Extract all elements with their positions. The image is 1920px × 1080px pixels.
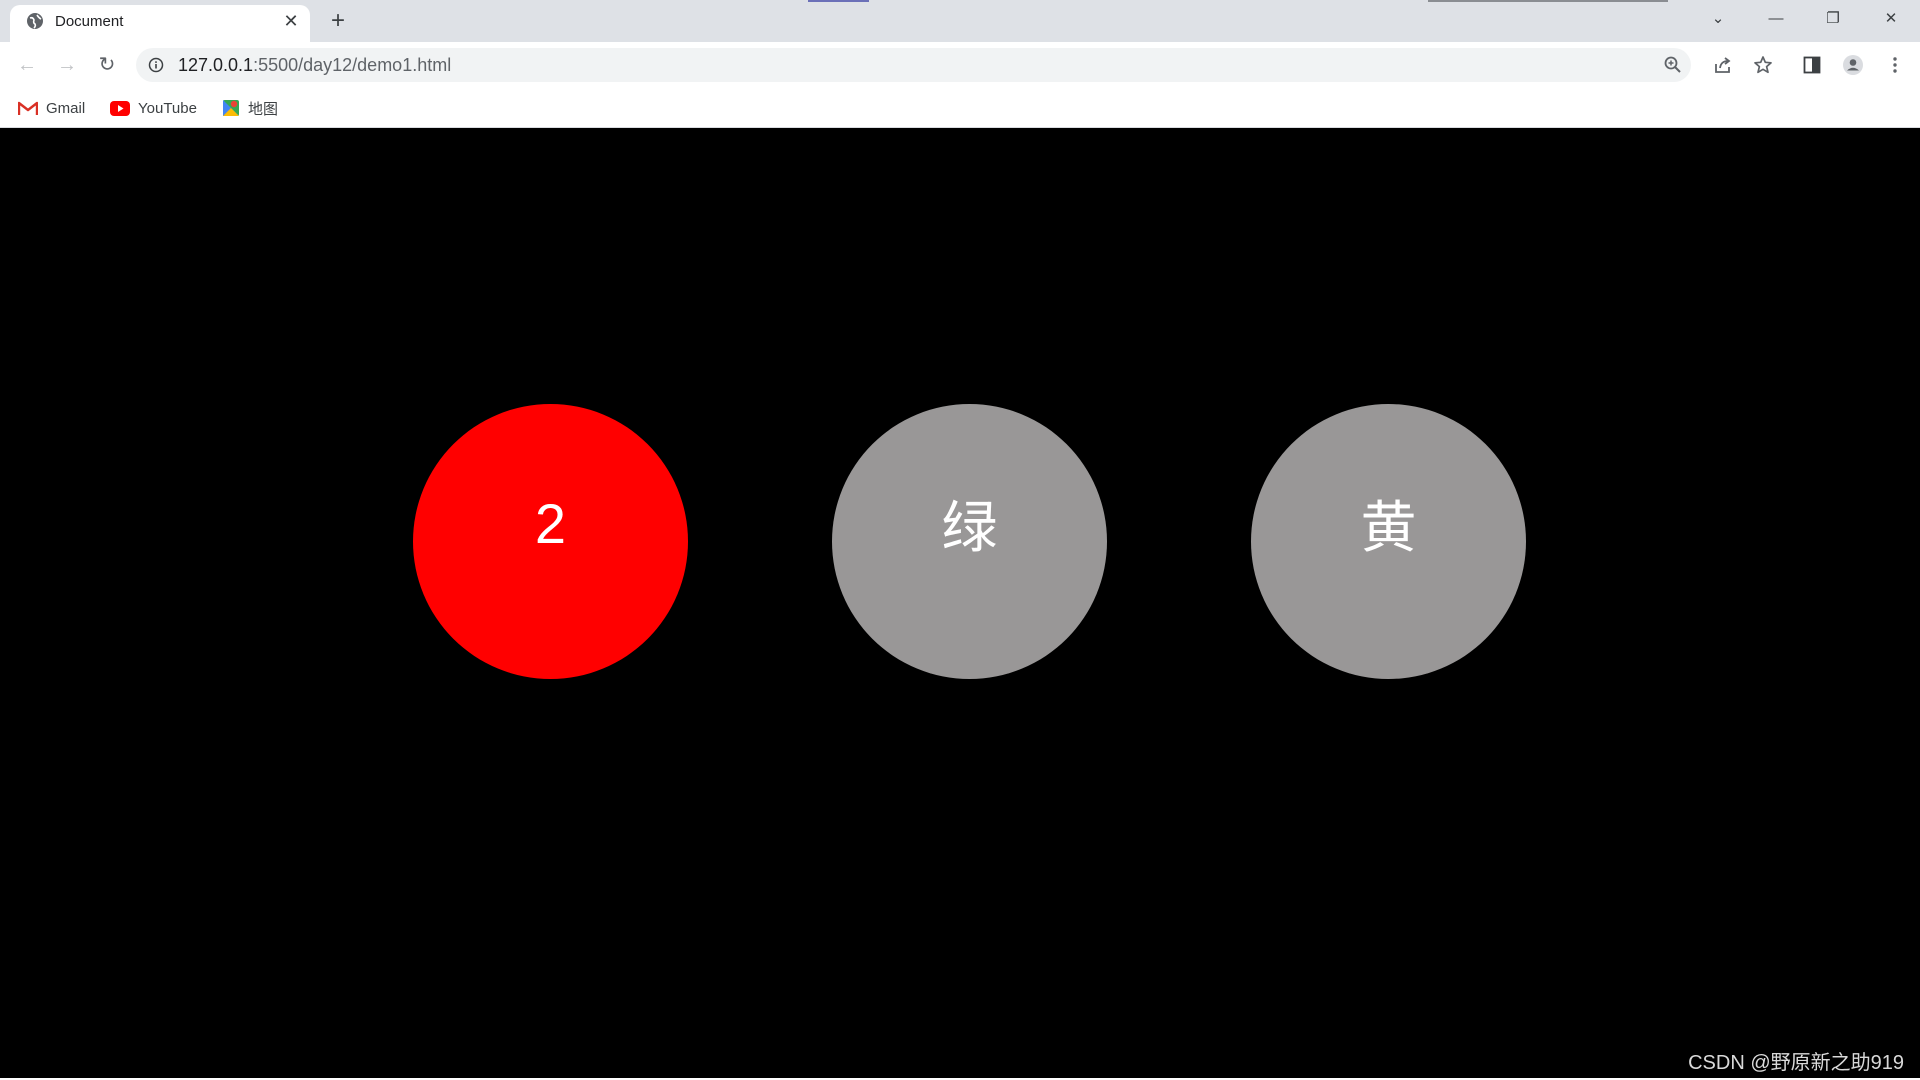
back-button[interactable]: ←	[11, 49, 43, 81]
bookmark-maps[interactable]: 地图	[222, 96, 278, 120]
restore-button[interactable]: ❐	[1810, 4, 1856, 34]
light-label: 绿	[941, 496, 998, 559]
browser-toolbar: ← → ↻ 127.0.0.1:5500/day12/demo1.html	[0, 42, 1920, 88]
traffic-light-green: 绿	[832, 404, 1107, 679]
bookmark-gmail[interactable]: Gmail	[18, 96, 85, 120]
tab-title: Document	[55, 13, 124, 30]
bookmark-star-icon[interactable]	[1752, 54, 1774, 76]
youtube-icon	[110, 100, 130, 116]
page-viewport: 2 绿 黄 CSDN @野原新之助919	[0, 129, 1920, 1080]
maps-icon	[223, 100, 239, 116]
address-bar[interactable]: 127.0.0.1:5500/day12/demo1.html	[136, 48, 1691, 82]
tab-strip-shadow	[1428, 0, 1668, 2]
url-text[interactable]: 127.0.0.1:5500/day12/demo1.html	[178, 55, 451, 76]
reload-button[interactable]: ↻	[91, 49, 123, 81]
new-tab-button[interactable]: +	[325, 8, 351, 34]
tab-close-icon[interactable]: ✕	[280, 10, 302, 32]
tab-document[interactable]: Document ✕	[10, 5, 310, 42]
tab-strip-highlight	[808, 0, 869, 2]
menu-dots-icon[interactable]	[1884, 54, 1906, 76]
csdn-watermark: CSDN @野原新之助919	[1688, 1052, 1904, 1074]
light-label: 2	[534, 492, 567, 555]
minimize-button[interactable]: —	[1753, 4, 1799, 34]
forward-button[interactable]: →	[51, 49, 83, 81]
globe-icon	[27, 13, 43, 29]
tab-search-icon[interactable]: ⌄	[1695, 4, 1741, 34]
light-label: 黄	[1360, 496, 1417, 559]
close-window-button[interactable]: ✕	[1868, 4, 1914, 34]
gmail-icon	[18, 101, 38, 115]
bookmark-youtube[interactable]: YouTube	[110, 96, 197, 120]
traffic-light-yellow: 黄	[1251, 404, 1526, 679]
tab-strip: Document ✕ + ⌄ — ❐ ✕	[0, 0, 1920, 42]
side-panel-icon[interactable]	[1801, 54, 1823, 76]
url-host: 127.0.0.1	[178, 55, 254, 75]
bookmark-label: YouTube	[138, 99, 197, 117]
zoom-icon[interactable]	[1663, 55, 1683, 75]
site-info-icon[interactable]	[148, 57, 164, 73]
profile-avatar-icon[interactable]	[1842, 54, 1864, 76]
share-icon[interactable]	[1712, 54, 1734, 76]
bookmark-label: Gmail	[46, 99, 86, 117]
bookmarks-bar: Gmail YouTube 地图	[0, 88, 1920, 128]
url-path: :5500/day12/demo1.html	[253, 55, 452, 75]
traffic-light-red: 2	[413, 404, 688, 679]
bookmark-label: 地图	[248, 100, 279, 118]
